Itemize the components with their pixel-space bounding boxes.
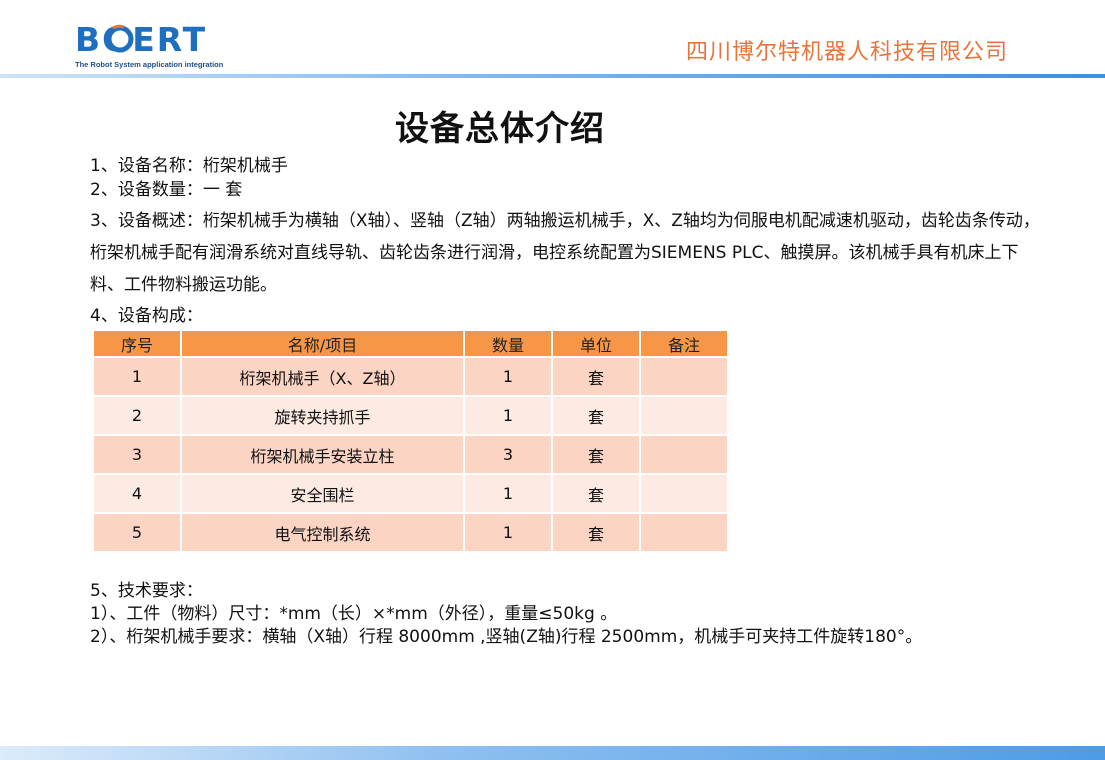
cell-name: 电气控制系统 (180, 512, 465, 553)
equipment-quantity-line: 2、设备数量：一 套 (90, 180, 243, 200)
logo-ring-icon (106, 24, 134, 53)
cell-serial: 3 (92, 434, 182, 475)
cell-quantity: 1 (463, 356, 553, 397)
header-serial: 序号 (92, 329, 182, 358)
table-row: 3 桁架机械手安装立柱 3 套 (92, 434, 729, 475)
cell-unit: 套 (551, 473, 641, 514)
cell-quantity: 1 (463, 512, 553, 553)
cell-serial: 2 (92, 395, 182, 436)
header-quantity: 数量 (463, 329, 553, 358)
equipment-table: 序号 名称/项目 数量 单位 备注 1 桁架机械手（X、Z轴） 1 套 2 旋转… (92, 329, 729, 553)
table-row: 1 桁架机械手（X、Z轴） 1 套 (92, 356, 729, 397)
equipment-composition-line: 4、设备构成： (90, 306, 203, 326)
cell-remark (639, 395, 729, 436)
cell-quantity: 1 (463, 473, 553, 514)
cell-quantity: 3 (463, 434, 553, 475)
cell-remark (639, 434, 729, 475)
header-remark: 备注 (639, 329, 729, 358)
header-name: 名称/项目 (180, 329, 465, 358)
header-unit: 单位 (551, 329, 641, 358)
header-divider (0, 74, 1105, 78)
slide: BOERT The Robot System application integ… (0, 0, 1105, 760)
table-row: 2 旋转夹持抓手 1 套 (92, 395, 729, 436)
logo-wordmark: BOERT (75, 20, 208, 59)
cell-remark (639, 356, 729, 397)
cell-name: 安全围栏 (180, 473, 465, 514)
table-row: 4 安全围栏 1 套 (92, 473, 729, 514)
cell-serial: 4 (92, 473, 182, 514)
cell-remark (639, 473, 729, 514)
logo-tagline: The Robot System application integration (75, 60, 224, 69)
equipment-overview: 3、设备概述：桁架机械手为横轴（X轴）、竖轴（Z轴）两轴搬运机械手，X、Z轴均为… (90, 211, 1040, 295)
requirements-heading: 5、技术要求： (90, 581, 203, 601)
cell-remark (639, 512, 729, 553)
company-logo: BOERT The Robot System application integ… (75, 22, 240, 72)
cell-serial: 5 (92, 512, 182, 553)
requirement-workpiece: 1）、工件（物料）尺寸：*mm（长）×*mm（外径），重量≤50kg 。 (90, 604, 618, 624)
page-title: 设备总体介绍 (395, 109, 605, 149)
cell-quantity: 1 (463, 395, 553, 436)
table-header-row: 序号 名称/项目 数量 单位 备注 (92, 329, 729, 358)
cell-unit: 套 (551, 512, 641, 553)
cell-name: 旋转夹持抓手 (180, 395, 465, 436)
equipment-name-line: 1、设备名称：桁架机械手 (90, 156, 288, 176)
cell-name: 桁架机械手安装立柱 (180, 434, 465, 475)
company-name: 四川博尔特机器人科技有限公司 (685, 40, 1008, 65)
cell-name: 桁架机械手（X、Z轴） (180, 356, 465, 397)
cell-unit: 套 (551, 434, 641, 475)
cell-unit: 套 (551, 395, 641, 436)
table-row: 5 电气控制系统 1 套 (92, 512, 729, 553)
cell-serial: 1 (92, 356, 182, 397)
requirement-manipulator: 2）、桁架机械手要求：横轴（X轴）行程 8000mm ,竖轴(Z轴)行程 250… (90, 627, 923, 647)
cell-unit: 套 (551, 356, 641, 397)
footer-band (0, 746, 1105, 760)
